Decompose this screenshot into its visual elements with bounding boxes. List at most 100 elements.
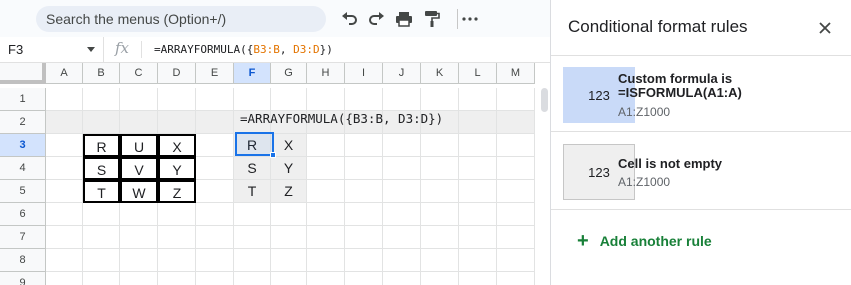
cell-c1[interactable] [120, 88, 158, 111]
column-header-b[interactable]: B [83, 63, 120, 84]
row-header-9[interactable]: 9 [0, 272, 46, 285]
cell-h8[interactable] [307, 249, 345, 272]
cell-d1[interactable] [158, 88, 196, 111]
column-header-g[interactable]: G [271, 63, 307, 84]
cell-d3[interactable]: X [158, 134, 196, 157]
cell-k4[interactable] [421, 157, 459, 180]
paint-format-icon[interactable] [421, 8, 443, 30]
cell-c4[interactable]: V [120, 157, 158, 180]
cell-g1[interactable] [271, 88, 307, 111]
cell-c7[interactable] [120, 226, 158, 249]
cell-c9[interactable] [120, 272, 158, 285]
cell-e6[interactable] [196, 203, 234, 226]
column-header-e[interactable]: E [196, 63, 234, 84]
cell-m8[interactable] [497, 249, 535, 272]
undo-icon[interactable] [338, 8, 360, 30]
cell-b6[interactable] [83, 203, 120, 226]
cell-f9[interactable] [234, 272, 271, 285]
cell-f6[interactable] [234, 203, 271, 226]
fill-handle[interactable] [270, 152, 276, 158]
cell-d4[interactable]: Y [158, 157, 196, 180]
cell-k5[interactable] [421, 180, 459, 203]
cell-j7[interactable] [383, 226, 421, 249]
rule-item-not-empty[interactable]: 123 Cell is not empty A1:Z1000 [551, 138, 851, 210]
row-header-8[interactable]: 8 [0, 249, 46, 272]
cell-h7[interactable] [307, 226, 345, 249]
cell-f4[interactable]: S [234, 157, 271, 180]
cell-g9[interactable] [271, 272, 307, 285]
cell-l3[interactable] [459, 134, 497, 157]
cell-c3[interactable]: U [120, 134, 158, 157]
formula-input[interactable]: =ARRAYFORMULA({B3:B, D3:D}) [154, 37, 333, 62]
cell-j8[interactable] [383, 249, 421, 272]
vertical-scrollbar[interactable] [541, 88, 548, 112]
column-header-k[interactable]: K [421, 63, 459, 84]
name-box[interactable]: F3 [0, 37, 104, 62]
cell-l9[interactable] [459, 272, 497, 285]
row-header-4[interactable]: 4 [0, 157, 46, 180]
cell-e3[interactable] [196, 134, 234, 157]
cell-a7[interactable] [46, 226, 83, 249]
cell-i5[interactable] [345, 180, 383, 203]
cell-i4[interactable] [345, 157, 383, 180]
cell-b1[interactable] [83, 88, 120, 111]
column-header-f[interactable]: F [234, 63, 271, 84]
cell-g5[interactable]: Z [271, 180, 307, 203]
cell-j1[interactable] [383, 88, 421, 111]
search-menus-input[interactable]: Search the menus (Option+/) [36, 6, 326, 32]
row-header-7[interactable]: 7 [0, 226, 46, 249]
cell-d2[interactable] [158, 111, 196, 134]
cell-a6[interactable] [46, 203, 83, 226]
cell-j5[interactable] [383, 180, 421, 203]
cell-j6[interactable] [383, 203, 421, 226]
column-header-h[interactable]: H [307, 63, 345, 84]
row-header-1[interactable]: 1 [0, 88, 46, 111]
cell-d5[interactable]: Z [158, 180, 196, 203]
cell-m5[interactable] [497, 180, 535, 203]
cell-j9[interactable] [383, 272, 421, 285]
cell-c5[interactable]: W [120, 180, 158, 203]
cell-i9[interactable] [345, 272, 383, 285]
cell-e7[interactable] [196, 226, 234, 249]
cell-l1[interactable] [459, 88, 497, 111]
cell-i3[interactable] [345, 134, 383, 157]
cell-d9[interactable] [158, 272, 196, 285]
cell-b3[interactable]: R [83, 134, 120, 157]
row-header-5[interactable]: 5 [0, 180, 46, 203]
cell-c6[interactable] [120, 203, 158, 226]
close-icon[interactable] [815, 18, 835, 38]
cell-i8[interactable] [345, 249, 383, 272]
cell-j3[interactable] [383, 134, 421, 157]
select-all-corner[interactable] [0, 63, 46, 84]
column-header-a[interactable]: A [46, 63, 83, 84]
cell-b2[interactable] [83, 111, 120, 134]
column-header-d[interactable]: D [158, 63, 196, 84]
cell-f1[interactable] [234, 88, 271, 111]
cell-b5[interactable]: T [83, 180, 120, 203]
cell-k8[interactable] [421, 249, 459, 272]
cell-b7[interactable] [83, 226, 120, 249]
cell-e8[interactable] [196, 249, 234, 272]
cell-c8[interactable] [120, 249, 158, 272]
cell-m6[interactable] [497, 203, 535, 226]
row-header-6[interactable]: 6 [0, 203, 46, 226]
cell-k1[interactable] [421, 88, 459, 111]
cell-h5[interactable] [307, 180, 345, 203]
cell-k7[interactable] [421, 226, 459, 249]
cell-f5[interactable]: T [234, 180, 271, 203]
cell-a1[interactable] [46, 88, 83, 111]
column-header-l[interactable]: L [459, 63, 497, 84]
cell-h6[interactable] [307, 203, 345, 226]
cell-l8[interactable] [459, 249, 497, 272]
cell-m2[interactable] [497, 111, 535, 134]
row-header-3[interactable]: 3 [0, 134, 46, 157]
cell-g7[interactable] [271, 226, 307, 249]
cell-a4[interactable] [46, 157, 83, 180]
cell-j4[interactable] [383, 157, 421, 180]
cell-g8[interactable] [271, 249, 307, 272]
cell-b8[interactable] [83, 249, 120, 272]
cell-e1[interactable] [196, 88, 234, 111]
cell-m1[interactable] [497, 88, 535, 111]
cell-k3[interactable] [421, 134, 459, 157]
cell-l6[interactable] [459, 203, 497, 226]
